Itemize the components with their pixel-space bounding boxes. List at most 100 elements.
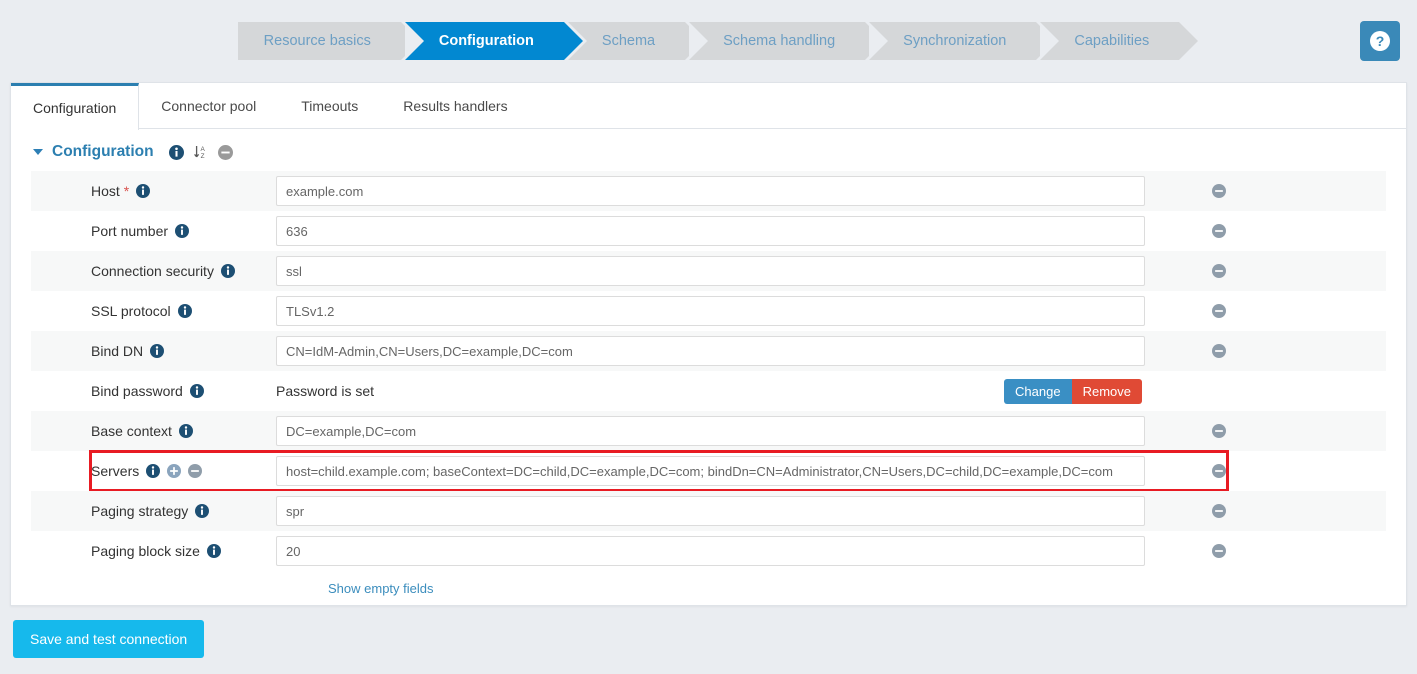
field-label: Connection security [31,263,276,279]
field-label-text: Paging block size [91,543,200,559]
field-value-cell: host=child.example.com; baseContext=DC=c… [276,456,1193,486]
remove-field-icon[interactable] [1212,264,1226,278]
field-input[interactable]: example.com [276,176,1145,206]
field-label: Port number [31,223,276,239]
field-value-cell: example.com [276,176,1193,206]
field-label: Host * [31,183,276,199]
field-label-text: Servers [91,463,140,479]
field-value-cell: ssl [276,256,1193,286]
wizard-steps: Resource basics Configuration Schema Schema… [237,22,1199,60]
change-password-button[interactable]: Change [1004,378,1072,404]
field-label-text: Paging strategy [91,503,189,519]
row-trailing-actions [1193,304,1386,318]
tab-timeouts[interactable]: Timeouts [279,83,382,128]
form-row: Bind DN CN=IdM-Admin,CN=Users,DC=example,… [31,331,1386,371]
svg-text:A: A [200,146,205,153]
wizard-step-resource-basics[interactable]: Resource basics [237,22,421,60]
field-label: Servers [31,463,276,479]
row-trailing-actions [1193,424,1386,438]
footer-actions: Save and test connection [0,606,1417,658]
remove-password-button[interactable]: Remove [1071,378,1142,404]
tab-connector-pool[interactable]: Connector pool [139,83,280,128]
tab-configuration[interactable]: Configuration [11,83,140,130]
tab-results-handlers[interactable]: Results handlers [381,83,531,128]
password-button-group: Change Remove [1004,378,1142,404]
row-trailing-actions [1193,344,1386,358]
field-input[interactable]: spr [276,496,1145,526]
info-icon[interactable] [150,344,165,358]
required-asterisk: * [123,183,130,199]
wizard-step-schema[interactable]: Schema [567,22,705,60]
remove-field-icon[interactable] [1212,184,1226,198]
form-row: Base context DC=example,DC=com [31,411,1386,451]
remove-field-icon[interactable] [1212,424,1226,438]
info-icon[interactable] [178,424,193,438]
remove-field-icon[interactable] [1212,304,1226,318]
field-label: Paging strategy [31,503,276,519]
show-empty-fields-link[interactable]: Show empty fields [328,581,434,596]
remove-field-icon[interactable] [1212,464,1226,478]
remove-field-icon[interactable] [1212,544,1226,558]
field-input[interactable]: ssl [276,256,1145,286]
help-button[interactable]: ? [1360,21,1400,61]
field-value-cell: CN=IdM-Admin,CN=Users,DC=example,DC=com [276,336,1193,366]
field-input[interactable]: 636 [276,216,1145,246]
field-label-text: SSL protocol [91,303,171,319]
field-label: Bind DN [31,343,276,359]
field-value-cell: 20 [276,536,1193,566]
save-and-test-connection-button[interactable]: Save and test connection [13,620,205,658]
remove-field-icon[interactable] [1212,224,1226,238]
info-icon[interactable] [175,224,190,238]
wizard-step-schema-handling[interactable]: Schema handling [689,22,885,60]
question-mark-circle-icon: ? [1369,30,1391,52]
wizard-step-capabilities[interactable]: Capabilities [1040,22,1199,60]
field-label: Bind password [31,383,276,399]
form-row: Paging block size 20 [31,531,1386,571]
minus-circle-icon[interactable] [217,144,233,160]
field-input[interactable]: DC=example,DC=com [276,416,1145,446]
field-value-cell: spr [276,496,1193,526]
info-icon[interactable] [206,544,221,558]
wizard-step-synchronization[interactable]: Synchronization [869,22,1056,60]
svg-text:?: ? [1376,33,1385,49]
field-input[interactable]: 20 [276,536,1145,566]
form-row: Connection security ssl [31,251,1386,291]
wizard-bar: Resource basics Configuration Schema Schema… [0,0,1417,82]
form-row: Host * example.com [31,171,1386,211]
chevron-down-icon[interactable] [33,149,43,155]
wizard-step-configuration[interactable]: Configuration [404,22,583,60]
sort-alpha-icon[interactable]: A Z [193,144,209,160]
field-label-text: Connection security [91,263,214,279]
field-input[interactable]: TLSv1.2 [276,296,1145,326]
info-icon[interactable] [136,184,151,198]
form-row: Bind password Password is set Change Remove [31,371,1386,411]
info-icon[interactable] [189,384,204,398]
info-icon[interactable] [220,264,235,278]
remove-field-icon[interactable] [1212,344,1226,358]
plus-circle-icon[interactable] [167,464,182,478]
remove-field-icon[interactable] [1212,504,1226,518]
form-row: Servers host=child.example.com; baseConte… [31,450,1386,492]
password-status-text: Password is set [276,383,375,399]
info-icon[interactable] [195,504,210,518]
tab-bar: Configuration Connector pool Timeouts Resul… [11,83,1406,130]
section-title: Configuration [52,143,154,160]
field-value-cell: TLSv1.2 [276,296,1193,326]
field-input[interactable]: host=child.example.com; baseContext=DC=c… [276,456,1145,486]
field-value-cell: Password is set Change Remove [276,378,1193,404]
field-input[interactable]: CN=IdM-Admin,CN=Users,DC=example,DC=com [276,336,1145,366]
field-label: Paging block size [31,543,276,559]
form-row: SSL protocol TLSv1.2 [31,291,1386,331]
form-row: Paging strategy spr [31,491,1386,531]
field-label-text: Port number [91,223,169,239]
row-trailing-actions [1193,464,1386,478]
info-icon[interactable] [146,464,161,478]
field-label: SSL protocol [31,303,276,319]
info-icon[interactable] [177,304,192,318]
field-value-cell: DC=example,DC=com [276,416,1193,446]
field-label-text: Host [91,183,120,199]
show-empty-fields: Show empty fields [11,571,1406,596]
field-value-cell: 636 [276,216,1193,246]
row-minus-circle-icon[interactable] [188,464,203,478]
info-icon[interactable] [168,144,184,160]
